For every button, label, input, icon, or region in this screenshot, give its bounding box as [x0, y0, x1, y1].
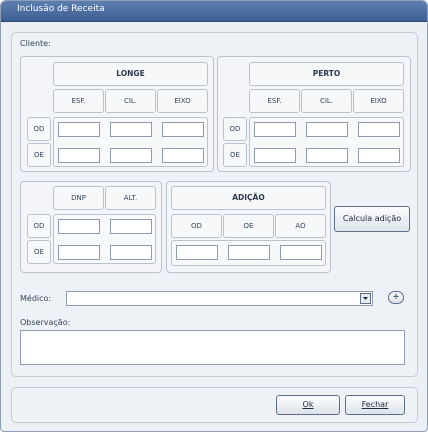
longe-od-esf-input[interactable]: [58, 122, 100, 137]
adicao-col-od: OD: [171, 214, 222, 238]
observacao-textarea[interactable]: [20, 330, 405, 365]
col-alt: ALT.: [105, 186, 156, 210]
longe-col-cil: CIL.: [105, 89, 156, 113]
perto-col-esf: ESF.: [249, 89, 300, 113]
longe-oe-cil-input[interactable]: [110, 148, 152, 163]
dnp-oe-input[interactable]: [58, 245, 100, 260]
alt-oe-input[interactable]: [110, 245, 152, 260]
chevron-down-icon[interactable]: [360, 293, 371, 304]
perto-oe-cil-input[interactable]: [306, 148, 348, 163]
longe-header: LONGE: [53, 62, 208, 86]
calcula-adicao-label: Calcula adição: [342, 214, 402, 223]
longe-col-esf: ESF.: [53, 89, 104, 113]
adicao-oe-input[interactable]: [228, 245, 270, 260]
adicao-ao-input[interactable]: [280, 245, 322, 260]
perto-col-cil: CIL.: [301, 89, 352, 113]
medico-label: Médico:: [20, 294, 52, 303]
dnp-od-input[interactable]: [58, 219, 100, 234]
perto-oe-eixo-input[interactable]: [358, 148, 400, 163]
calcula-adicao-button[interactable]: Calcula adição: [334, 206, 410, 232]
ok-label: Ok: [302, 400, 314, 409]
add-medico-button[interactable]: +: [388, 291, 404, 304]
adicao-od-input[interactable]: [176, 245, 218, 260]
col-dnp: DNP: [53, 186, 104, 210]
adicao-header: ADIÇÃO: [171, 186, 326, 210]
longe-oe-esf-input[interactable]: [58, 148, 100, 163]
perto-row-od: OD: [223, 117, 247, 141]
longe-od-eixo-input[interactable]: [162, 122, 204, 137]
window-title: Inclusão de Receita: [17, 4, 105, 14]
dnp-row-oe: OE: [27, 240, 51, 264]
observacao-label: Observação:: [20, 318, 71, 327]
cliente-label: Cliente:: [20, 39, 51, 48]
dialog-window: Inclusão de Receita Cliente: LONGE ESF. …: [0, 0, 428, 432]
adicao-col-ao: AO: [275, 214, 326, 238]
perto-od-esf-input[interactable]: [254, 122, 296, 137]
perto-oe-esf-input[interactable]: [254, 148, 296, 163]
fechar-label: Fechar: [361, 400, 389, 409]
perto-header: PERTO: [249, 62, 404, 86]
longe-oe-eixo-input[interactable]: [162, 148, 204, 163]
longe-col-eixo: EIXO: [157, 89, 208, 113]
alt-od-input[interactable]: [110, 219, 152, 234]
perto-od-cil-input[interactable]: [306, 122, 348, 137]
dnp-row-od: OD: [27, 214, 51, 238]
medico-select[interactable]: [66, 291, 373, 306]
ok-button[interactable]: Ok: [276, 395, 340, 415]
plus-icon: +: [392, 292, 400, 302]
fechar-button[interactable]: Fechar: [345, 395, 405, 415]
title-bar[interactable]: Inclusão de Receita: [1, 1, 427, 22]
perto-od-eixo-input[interactable]: [358, 122, 400, 137]
adicao-col-oe: OE: [223, 214, 274, 238]
perto-row-oe: OE: [223, 143, 247, 167]
perto-col-eixo: EIXO: [353, 89, 404, 113]
longe-od-cil-input[interactable]: [110, 122, 152, 137]
longe-row-oe: OE: [27, 143, 51, 167]
longe-row-od: OD: [27, 117, 51, 141]
